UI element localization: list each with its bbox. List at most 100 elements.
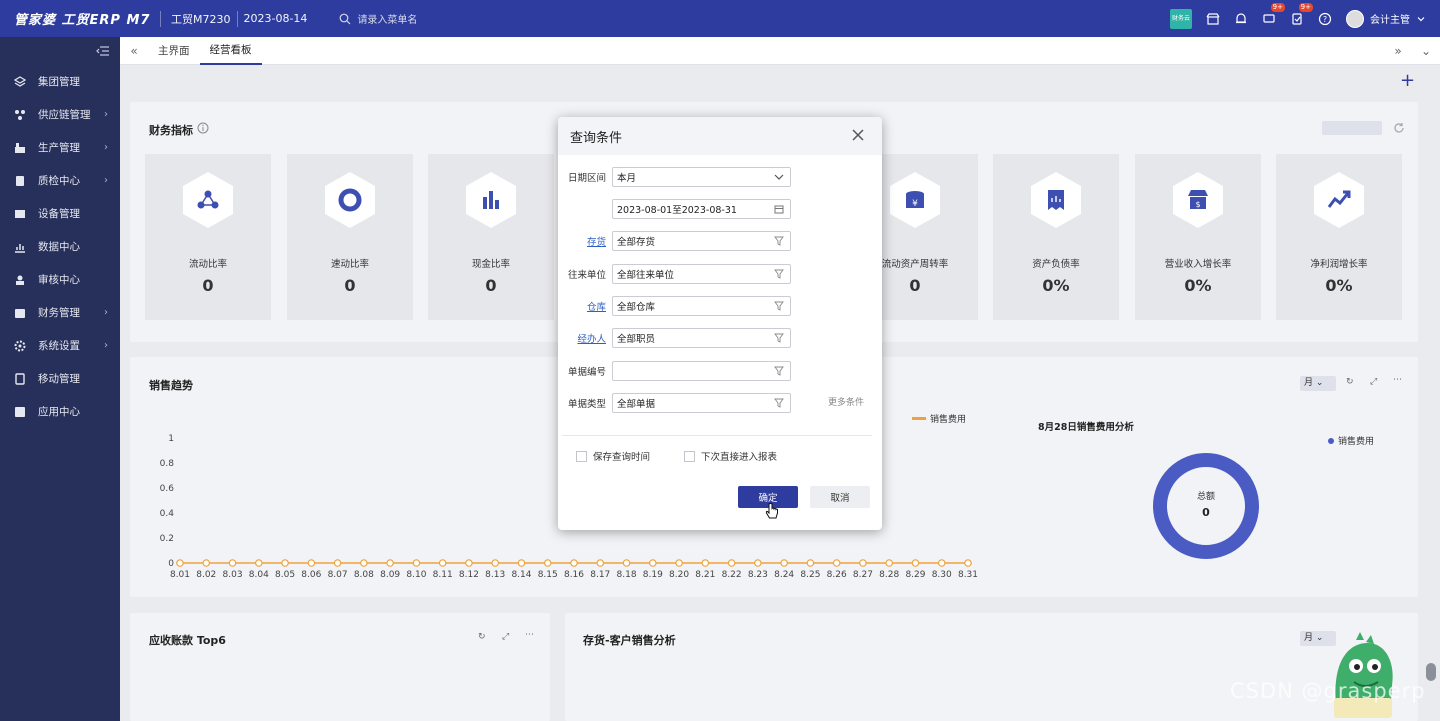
sidebar-item[interactable]: 财务管理 › (0, 296, 120, 329)
sidebar-item[interactable]: 审核中心 (0, 263, 120, 296)
enter-report-directly-checkbox[interactable]: 下次直接进入报表 (684, 449, 777, 463)
data-point[interactable] (412, 559, 421, 567)
tab-menu-chevron-icon[interactable]: ⌄ (1412, 44, 1440, 58)
sidebar-item[interactable]: 数据中心 (0, 230, 120, 263)
data-point[interactable] (885, 559, 894, 567)
refresh-icon[interactable]: ↻ (478, 632, 486, 642)
chevron-down-icon[interactable] (774, 172, 784, 182)
menu-search[interactable]: 请录入菜单名 (339, 11, 417, 26)
filter-icon[interactable] (774, 236, 784, 246)
form-field[interactable] (612, 361, 791, 381)
more-icon[interactable]: ⋯ (525, 630, 534, 640)
finance-period-select[interactable] (1322, 121, 1382, 135)
sidebar-item[interactable]: 设备管理 (0, 197, 120, 230)
tab-scroll-right-icon[interactable]: » (1384, 44, 1412, 58)
more-icon[interactable]: ⋯ (1393, 375, 1402, 385)
data-point[interactable] (307, 559, 316, 567)
data-point[interactable] (228, 559, 237, 567)
filter-icon[interactable] (774, 366, 784, 376)
filter-icon[interactable] (774, 269, 784, 279)
data-point[interactable] (281, 559, 289, 567)
data-point[interactable] (438, 559, 447, 567)
sidebar-item[interactable]: 质检中心 › (0, 164, 120, 197)
field-value[interactable]: 全部单据 (617, 396, 655, 410)
close-icon[interactable] (850, 127, 866, 143)
form-field[interactable]: 全部单据 (612, 393, 791, 413)
account-name[interactable]: 工贸M7230 (171, 11, 231, 27)
app-logo[interactable]: 管家婆 工贸ERP M7 (0, 9, 150, 28)
add-widget-icon[interactable]: + (1400, 70, 1415, 91)
form-field[interactable]: 2023-08-01至2023-08-31 (612, 199, 791, 219)
tab-scroll-left-icon[interactable]: « (120, 44, 148, 58)
data-point[interactable] (570, 559, 578, 567)
field-value[interactable]: 全部仓库 (617, 299, 655, 313)
data-point[interactable] (806, 559, 815, 567)
period-select[interactable]: 月 ⌄ (1300, 376, 1336, 391)
data-point[interactable] (754, 559, 762, 567)
more-conditions-link[interactable]: 更多条件 (828, 395, 864, 408)
data-point[interactable] (675, 559, 683, 567)
bell-icon[interactable] (1234, 12, 1248, 26)
field-label[interactable]: 存货 (558, 234, 606, 248)
mascot-image[interactable] (1326, 626, 1400, 721)
donut-legend[interactable]: 销售费用 (1328, 434, 1374, 447)
field-value[interactable]: 全部存货 (617, 234, 655, 248)
menu-collapse-button[interactable] (0, 37, 120, 65)
sidebar-item[interactable]: 移动管理 (0, 362, 120, 395)
finance-card[interactable]: 速动比率 0 (287, 154, 413, 320)
tab-dashboard[interactable]: 经营看板 (199, 37, 262, 65)
data-point[interactable] (465, 559, 473, 567)
sidebar-item[interactable]: 集团管理 (0, 65, 120, 98)
user-menu[interactable]: 会计主管 (1346, 9, 1426, 28)
expand-icon[interactable]: ⤢ (502, 632, 509, 642)
form-field[interactable]: 全部仓库 (612, 296, 791, 316)
data-point[interactable] (176, 559, 184, 567)
refresh-icon[interactable] (1392, 121, 1406, 135)
data-point[interactable] (543, 559, 552, 567)
field-value[interactable]: 全部往来单位 (617, 267, 674, 281)
data-point[interactable] (937, 559, 946, 567)
expand-icon[interactable]: ⤢ (1370, 377, 1377, 387)
menu-fold-icon[interactable] (96, 45, 110, 57)
field-value[interactable]: 2023-08-01至2023-08-31 (617, 202, 737, 216)
help-icon[interactable]: ? (1318, 12, 1332, 26)
filter-icon[interactable] (774, 301, 784, 311)
data-point[interactable] (386, 559, 394, 567)
finance-card[interactable]: $ 营业收入增长率 0% (1135, 154, 1261, 320)
trend-legend[interactable]: 销售费用 (912, 412, 966, 425)
field-label[interactable]: 仓库 (558, 299, 606, 313)
finance-card[interactable]: 现金比率 0 (428, 154, 554, 320)
filter-icon[interactable] (774, 333, 784, 343)
data-point[interactable] (859, 559, 867, 567)
sidebar-item[interactable]: 生产管理 › (0, 131, 120, 164)
sidebar-item[interactable]: 系统设置 › (0, 329, 120, 362)
checkbox-box[interactable] (576, 450, 587, 462)
sidebar-item[interactable]: 应用中心 (0, 395, 120, 428)
data-point[interactable] (648, 559, 657, 567)
sidebar-item[interactable]: 供应链管理 › (0, 98, 120, 131)
form-field[interactable]: 全部职员 (612, 328, 791, 348)
data-point[interactable] (622, 559, 631, 567)
calendar-icon[interactable] (774, 204, 784, 214)
form-field[interactable]: 全部往来单位 (612, 264, 791, 284)
data-point[interactable] (491, 559, 500, 567)
data-point[interactable] (832, 559, 841, 567)
scrollbar-thumb[interactable] (1426, 663, 1436, 681)
finance-card[interactable]: 资产负债率 0% (993, 154, 1119, 320)
data-point[interactable] (780, 559, 788, 567)
info-icon[interactable] (197, 122, 209, 134)
form-field[interactable]: 全部存货 (612, 231, 791, 251)
search-input[interactable]: 请录入菜单名 (357, 11, 417, 26)
finance-card[interactable]: 流动比率 0 (145, 154, 271, 320)
data-point[interactable] (517, 559, 526, 567)
data-point[interactable] (596, 559, 605, 567)
finance-cloud-app-button[interactable]: 财务云 (1170, 8, 1192, 29)
field-value[interactable]: 全部职员 (617, 331, 655, 345)
form-field[interactable]: 本月 (612, 167, 791, 187)
chevron-down-icon[interactable] (1416, 14, 1426, 24)
data-point[interactable] (911, 559, 920, 567)
data-point[interactable] (333, 559, 342, 567)
data-point[interactable] (360, 559, 368, 567)
data-point[interactable] (202, 559, 211, 567)
user-name[interactable]: 会计主管 (1370, 11, 1410, 26)
